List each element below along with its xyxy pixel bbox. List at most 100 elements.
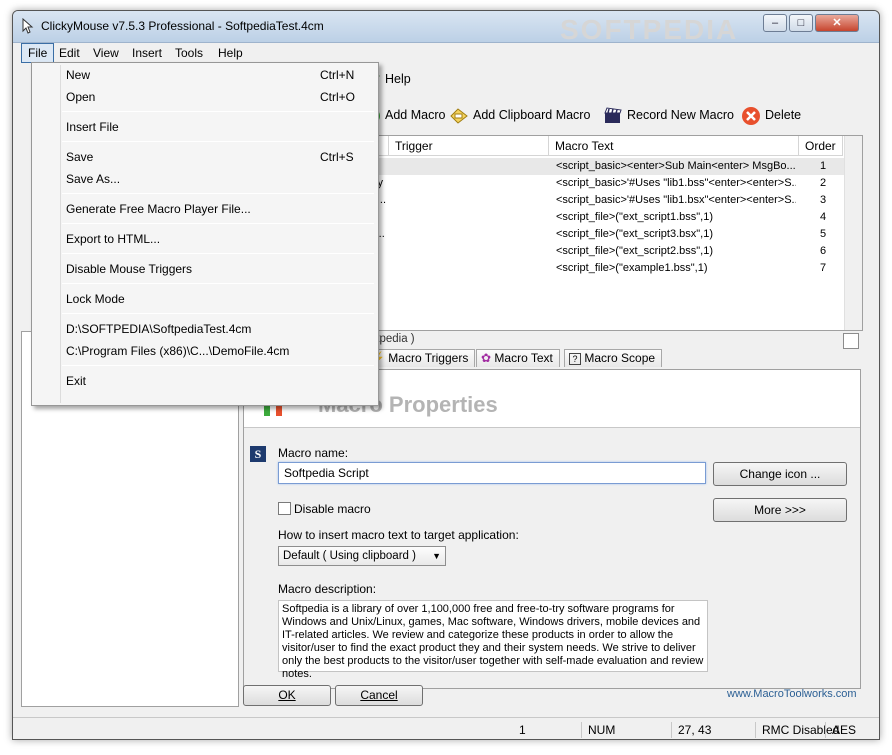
clipboard-icon: [450, 108, 468, 124]
cancel-button[interactable]: Cancel: [335, 685, 423, 706]
menu-shortcut-open: Ctrl+O: [320, 90, 356, 104]
more-button[interactable]: More >>>: [713, 498, 847, 522]
menu-item-open[interactable]: Open: [66, 87, 95, 107]
menu-separator: [62, 253, 374, 254]
menu-separator: [62, 141, 374, 142]
record-new-macro-label: Record New Macro: [627, 108, 734, 122]
menu-gutter-divider: [60, 65, 61, 403]
window-title: ClickyMouse v7.5.3 Professional - Softpe…: [41, 19, 324, 33]
status-bar: 1 NUM 27, 43 RMC Disabled AES: [13, 717, 879, 739]
menu-separator: [62, 365, 374, 366]
ok-button[interactable]: OK: [243, 685, 331, 706]
list-scrollbar[interactable]: [844, 136, 862, 330]
close-button[interactable]: ✕: [815, 14, 859, 32]
menu-view[interactable]: View: [87, 43, 125, 63]
row-order: 5: [820, 228, 827, 240]
question-icon: ?: [569, 352, 581, 365]
macro-name-label: Macro name:: [278, 446, 349, 460]
menu-separator: [62, 223, 374, 224]
row-order: 1: [820, 160, 827, 172]
menu-edit[interactable]: Edit: [53, 43, 86, 63]
row-order: 2: [820, 177, 827, 189]
row-order: 3: [820, 194, 827, 206]
status-count: 1: [519, 723, 526, 737]
description-textarea[interactable]: Softpedia is a library of over 1,100,000…: [278, 600, 708, 680]
panel-toggle-icon[interactable]: [843, 333, 859, 349]
delete-button[interactable]: Delete: [741, 103, 801, 127]
add-clipboard-macro-label: Add Clipboard Macro: [473, 108, 591, 122]
menu-shortcut-new: Ctrl+N: [320, 68, 355, 82]
help-label: Help: [385, 72, 411, 86]
menu-separator: [62, 193, 374, 194]
app-mouse-icon: [22, 18, 34, 34]
menu-item-save-as[interactable]: Save As...: [66, 169, 120, 189]
row-macro-text: <script_file>("ext_script2.bss",1): [556, 245, 713, 257]
tab-macro-text-label: Macro Text: [494, 351, 553, 365]
disable-macro-label: Disable macro: [294, 502, 371, 516]
tab-macro-triggers[interactable]: ⚡ Macro Triggers: [365, 349, 476, 367]
chevron-down-icon: ▼: [432, 551, 441, 561]
row-macro-text: <script_basic>'#Uses "lib1.bss"<enter><e…: [556, 177, 796, 189]
row-macro-text: <script_file>("example1.bss",1): [556, 262, 708, 274]
title-bar[interactable]: ClickyMouse v7.5.3 Professional - Softpe…: [13, 11, 879, 43]
menu-item-export-html[interactable]: Export to HTML...: [66, 229, 160, 249]
insert-method-value: Default ( Using clipboard ): [283, 550, 416, 562]
disable-macro-checkbox[interactable]: [278, 502, 291, 515]
tab-macro-scope[interactable]: ? Macro Scope: [564, 349, 663, 367]
column-header-order[interactable]: Order: [799, 136, 843, 156]
menu-separator: [62, 111, 374, 112]
insert-method-label: How to insert macro text to target appli…: [278, 528, 519, 542]
status-position: 27, 43: [671, 722, 711, 738]
watermark: SOFTPEDIA: [560, 14, 739, 45]
minimize-button[interactable]: –: [763, 14, 787, 32]
delete-icon: [742, 106, 760, 125]
clapper-icon: [604, 107, 622, 123]
tab-macro-scope-label: Macro Scope: [584, 351, 656, 365]
menu-insert[interactable]: Insert: [126, 43, 168, 63]
row-macro-text: <script_file>("ext_script3.bsx",1): [556, 228, 713, 240]
row-macro-text: <script_file>("ext_script1.bss",1): [556, 211, 713, 223]
menu-tools[interactable]: Tools: [169, 43, 209, 63]
tab-macro-text[interactable]: ✿ Macro Text: [476, 349, 560, 367]
menu-item-recent-file-1[interactable]: D:\SOFTPEDIA\SoftpediaTest.4cm: [66, 319, 251, 339]
menu-file[interactable]: File: [21, 43, 55, 63]
record-new-macro-button[interactable]: Record New Macro: [603, 103, 734, 127]
status-aes: AES: [825, 722, 856, 738]
row-order: 4: [820, 211, 827, 223]
change-icon-button[interactable]: Change icon ...: [713, 462, 847, 486]
flower-icon: ✿: [481, 351, 492, 365]
insert-method-select[interactable]: Default ( Using clipboard ) ▼: [278, 546, 446, 566]
status-num: NUM: [581, 722, 615, 738]
macro-name-input[interactable]: Softpedia Script: [278, 462, 706, 484]
menu-item-new[interactable]: New: [66, 65, 90, 85]
column-header-macro-text[interactable]: Macro Text: [549, 136, 799, 156]
file-menu-dropdown: New Ctrl+N Open Ctrl+O Insert File Save …: [31, 62, 379, 406]
add-macro-label: Add Macro: [385, 108, 446, 122]
description-label: Macro description:: [278, 582, 377, 596]
menu-item-exit[interactable]: Exit: [66, 371, 86, 391]
maximize-button[interactable]: □: [789, 14, 813, 32]
softpedia-badge: S: [250, 446, 266, 462]
menu-help[interactable]: Help: [212, 43, 249, 63]
menu-shortcut-save: Ctrl+S: [320, 150, 354, 164]
add-clipboard-macro-button[interactable]: Add Clipboard Macro: [449, 103, 590, 127]
column-header-trigger[interactable]: Trigger: [389, 136, 549, 156]
menu-separator: [62, 313, 374, 314]
row-macro-text: <script_basic>'#Uses "lib1.bsx"<enter><e…: [556, 194, 796, 206]
main-window: ClickyMouse v7.5.3 Professional - Softpe…: [12, 10, 880, 740]
tab-macro-triggers-label: Macro Triggers: [388, 351, 469, 365]
delete-label: Delete: [765, 108, 802, 122]
menu-item-insert-file[interactable]: Insert File: [66, 117, 119, 137]
menu-item-disable-mouse-triggers[interactable]: Disable Mouse Triggers: [66, 259, 192, 279]
row-order: 6: [820, 245, 827, 257]
row-order: 7: [820, 262, 827, 274]
macro-properties-panel: Macro Properties S Macro name: Softpedia…: [243, 369, 861, 689]
menu-bar: File Edit View Insert Tools Help: [13, 43, 879, 63]
menu-separator: [62, 283, 374, 284]
menu-item-recent-file-2[interactable]: C:\Program Files (x86)\C...\DemoFile.4cm: [66, 341, 289, 361]
website-link[interactable]: www.MacroToolworks.com: [727, 688, 857, 700]
menu-item-save[interactable]: Save: [66, 147, 93, 167]
row-macro-text: <script_basic><enter>Sub Main<enter> Msg…: [556, 160, 796, 172]
menu-item-generate-player[interactable]: Generate Free Macro Player File...: [66, 199, 251, 219]
menu-item-lock-mode[interactable]: Lock Mode: [66, 289, 125, 309]
